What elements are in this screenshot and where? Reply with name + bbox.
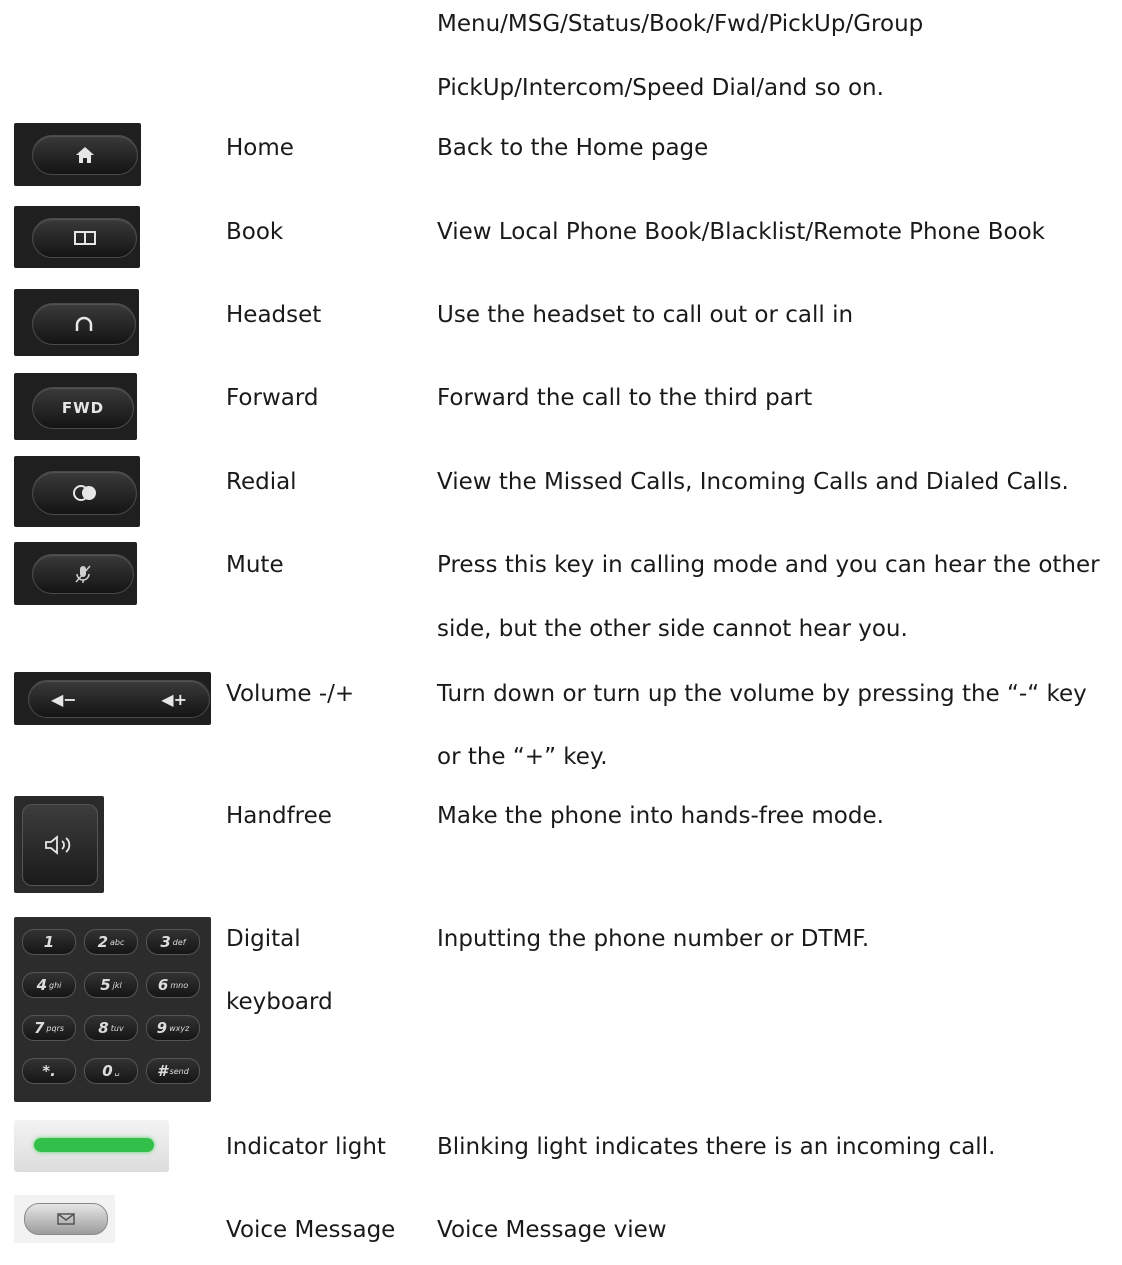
mute-icon: [33, 555, 133, 593]
keypad-digit: 6: [157, 976, 169, 994]
row-desc2-volume: or the “+” key.: [437, 744, 608, 770]
keypad-digit: 8: [98, 1019, 109, 1037]
keypad-letters: def: [172, 937, 186, 947]
keypad-letters: mno: [170, 980, 189, 990]
fwd-icon: FWD: [61, 399, 105, 417]
row-desc-voicemail: Voice Message view: [437, 1217, 667, 1243]
keypad-letters: tuv: [110, 1023, 124, 1033]
row-desc-redial: View the Missed Calls, Incoming Calls an…: [437, 469, 1069, 495]
redial-icon: [33, 472, 136, 514]
row-name-handfree: Handfree: [226, 803, 332, 829]
keypad-digit: 5: [100, 976, 111, 994]
keypad-key: 7 pqrs: [22, 1015, 76, 1041]
keypad-digit: 7: [33, 1019, 45, 1037]
row-name-volume: Volume -/+: [226, 681, 355, 707]
row-desc-home: Back to the Home page: [437, 135, 709, 161]
keypad-key: 6 mno: [146, 972, 200, 998]
row-name-indicator: Indicator light: [226, 1134, 386, 1160]
row-name-forward: Forward: [226, 385, 319, 411]
book-key-image: [14, 206, 140, 268]
row-desc-forward: Forward the call to the third part: [437, 385, 813, 411]
volume-key-image: ◀− ◀+: [14, 672, 211, 725]
keypad-key: 3 def: [146, 929, 200, 955]
keypad-key: *.: [22, 1058, 76, 1084]
row-desc-volume: Turn down or turn up the volume by press…: [437, 681, 1087, 707]
row-name-headset: Headset: [226, 302, 322, 328]
row-desc-indicator: Blinking light indicates there is an inc…: [437, 1134, 996, 1160]
book-icon: [33, 219, 136, 257]
home-key-image: [14, 123, 141, 186]
row-desc-headset: Use the headset to call out or call in: [437, 302, 854, 328]
row-name-mute: Mute: [226, 552, 284, 578]
handfree-key-image: [14, 796, 104, 893]
row-name-voicemail: Voice Message: [226, 1217, 396, 1243]
keypad-key: 0 ␣: [84, 1058, 138, 1084]
keypad-digit: 4: [36, 976, 48, 994]
keypad-key: 2 abc: [84, 929, 138, 955]
row-name-book: Book: [226, 219, 284, 245]
keypad-key: 5 jkl: [84, 972, 138, 998]
intro-line-1: Menu/MSG/Status/Book/Fwd/PickUp/Group: [437, 11, 924, 37]
keypad-digit: 3: [160, 933, 171, 951]
volume-down-icon: ◀−: [51, 689, 77, 709]
speaker-icon: [23, 805, 97, 885]
row-desc-handfree: Make the phone into hands-free mode.: [437, 803, 884, 829]
volume-icon: ◀− ◀+: [29, 681, 209, 717]
headset-icon: [33, 304, 135, 344]
keypad-letters: send: [169, 1066, 189, 1076]
indicator-light-icon: [34, 1138, 154, 1152]
row-desc2-mute: side, but the other side cannot hear you…: [437, 616, 908, 642]
keypad-key: 4 ghi: [22, 972, 76, 998]
keypad-key: 1: [22, 929, 76, 955]
row-name2-keyboard: keyboard: [226, 989, 333, 1015]
redial-key-image: [14, 456, 140, 527]
indicator-light-image: [14, 1120, 169, 1172]
keypad-letters: ␣: [114, 1066, 120, 1076]
row-name-keyboard: Digital: [226, 926, 301, 952]
keypad-key: 9 wxyz: [146, 1015, 200, 1041]
keypad-digit: 9: [156, 1019, 168, 1037]
row-name-redial: Redial: [226, 469, 297, 495]
mute-key-image: [14, 542, 137, 605]
keypad-digit: 1: [43, 933, 55, 951]
keypad-digit: 0: [102, 1062, 113, 1080]
home-icon: [33, 136, 137, 174]
keypad-digit: #: [157, 1062, 168, 1080]
intro-line-2: PickUp/Intercom/Speed Dial/and so on.: [437, 75, 884, 101]
voicemail-key-image: [14, 1195, 115, 1243]
keypad-letters: ghi: [49, 980, 62, 990]
forward-key-image: FWD: [14, 373, 137, 440]
row-desc-book: View Local Phone Book/Blacklist/Remote P…: [437, 219, 1045, 245]
keypad-key: # send: [146, 1058, 200, 1084]
headset-key-image: [14, 289, 139, 356]
keypad-digit: *.: [42, 1062, 56, 1080]
row-desc-keyboard: Inputting the phone number or DTMF.: [437, 926, 870, 952]
keypad-letters: wxyz: [169, 1023, 190, 1033]
volume-up-icon: ◀+: [161, 689, 187, 709]
keypad-key: 8 tuv: [84, 1015, 138, 1041]
voicemail-icon: [25, 1204, 107, 1234]
keypad-letters: abc: [110, 937, 125, 947]
row-name-home: Home: [226, 135, 294, 161]
row-desc-mute: Press this key in calling mode and you c…: [437, 552, 1100, 578]
keypad-digit: 2: [97, 933, 109, 951]
keypad-letters: jkl: [112, 980, 122, 990]
keypad-letters: pqrs: [46, 1023, 65, 1033]
keypad-icon: 1 2 abc 3 def 4 ghi 5 jkl 6 mno 7 pqrs 8 tuv 9 wxyz *. 0 ␣ #…: [14, 917, 211, 1102]
